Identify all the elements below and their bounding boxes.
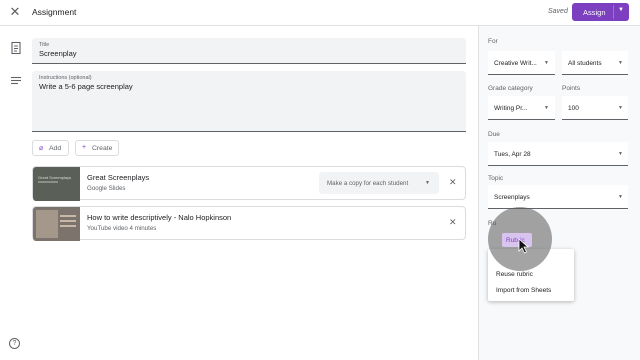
slides-thumbnail-text: Great Screenplays [38, 175, 72, 180]
instructions-field-label: Instructions (optional) [39, 75, 92, 81]
add-button-label: Add [49, 145, 62, 152]
grade-category-select[interactable]: Writing Pr... ▼ [488, 96, 555, 120]
plus-icon: + [82, 144, 87, 151]
assign-label: Assign [583, 8, 606, 17]
attachment-subtitle: Google Slides [87, 185, 126, 192]
assignment-doc-icon [11, 41, 21, 55]
close-icon[interactable]: ✕ [8, 5, 22, 19]
saved-status: Saved [548, 8, 568, 15]
chevron-down-icon: ▼ [618, 105, 623, 111]
title-field[interactable]: Title Screenplay [32, 38, 466, 64]
attachment-title[interactable]: How to write descriptively - Nalo Hopkin… [87, 213, 231, 222]
attachment-subtitle: YouTube video 4 minutes [87, 225, 157, 232]
video-thumbnail [33, 207, 80, 241]
create-button-label: Create [92, 145, 113, 152]
for-label: For [488, 38, 498, 45]
class-select-value: Creative Writ... [494, 60, 537, 67]
due-value: Tues, Apr 28 [494, 151, 531, 158]
due-select[interactable]: Tues, Apr 28 ▼ [488, 142, 628, 166]
assign-button[interactable]: Assign ▼ [572, 3, 629, 21]
top-bar: ✕ Assignment Saved Assign ▼ [0, 0, 640, 26]
chevron-down-icon: ▼ [618, 151, 623, 157]
students-select[interactable]: All students ▼ [562, 51, 628, 75]
grade-category-value: Writing Pr... [494, 105, 528, 112]
title-field-value: Screenplay [39, 49, 77, 58]
due-label: Due [488, 131, 500, 138]
instructions-field[interactable]: Instructions (optional) Write a 5-6 page… [32, 71, 466, 132]
remove-icon[interactable]: ✕ [449, 217, 457, 228]
page-title: Assignment [32, 7, 77, 17]
copy-option-select[interactable]: Make a copy for each student ▼ [319, 172, 439, 194]
attachment-card-video[interactable]: How to write descriptively - Nalo Hopkin… [32, 206, 466, 241]
students-select-value: All students [568, 60, 602, 67]
copy-option-value: Make a copy for each student [327, 180, 409, 187]
chevron-down-icon: ▼ [618, 60, 623, 66]
assign-divider [613, 5, 614, 19]
add-button[interactable]: ⌀ Add [32, 140, 69, 156]
topic-select[interactable]: Screenplays ▼ [488, 185, 628, 209]
chevron-down-icon: ▼ [544, 105, 549, 111]
assign-dropdown-icon[interactable]: ▼ [618, 7, 624, 13]
points-value: 100 [568, 105, 579, 112]
cursor-icon [518, 238, 530, 254]
title-field-label: Title [39, 42, 50, 48]
grade-category-label: Grade category [488, 85, 533, 92]
remove-icon[interactable]: ✕ [449, 177, 457, 188]
description-icon [11, 76, 21, 85]
topic-value: Screenplays [494, 194, 530, 201]
reuse-rubric-item[interactable]: Reuse rubric [496, 271, 533, 278]
help-icon[interactable]: ? [9, 338, 20, 349]
chevron-down-icon: ▼ [425, 180, 430, 186]
points-label: Points [562, 85, 581, 92]
attachment-title[interactable]: Great Screenplays [87, 173, 149, 182]
class-select[interactable]: Creative Writ... ▼ [488, 51, 555, 75]
chevron-down-icon: ▼ [544, 60, 549, 66]
topic-label: Topic [488, 175, 504, 182]
slides-thumbnail: Great Screenplays [33, 167, 80, 201]
chevron-down-icon: ▼ [618, 194, 623, 200]
attachment-card-slides[interactable]: Great Screenplays Great Screenplays Goog… [32, 166, 466, 201]
instructions-field-value: Write a 5-6 page screenplay [39, 82, 133, 91]
points-select[interactable]: 100 ▼ [562, 96, 628, 120]
attach-icon: ⌀ [39, 145, 44, 152]
import-from-sheets-item[interactable]: Import from Sheets [496, 287, 551, 294]
create-button[interactable]: + Create [75, 140, 119, 156]
